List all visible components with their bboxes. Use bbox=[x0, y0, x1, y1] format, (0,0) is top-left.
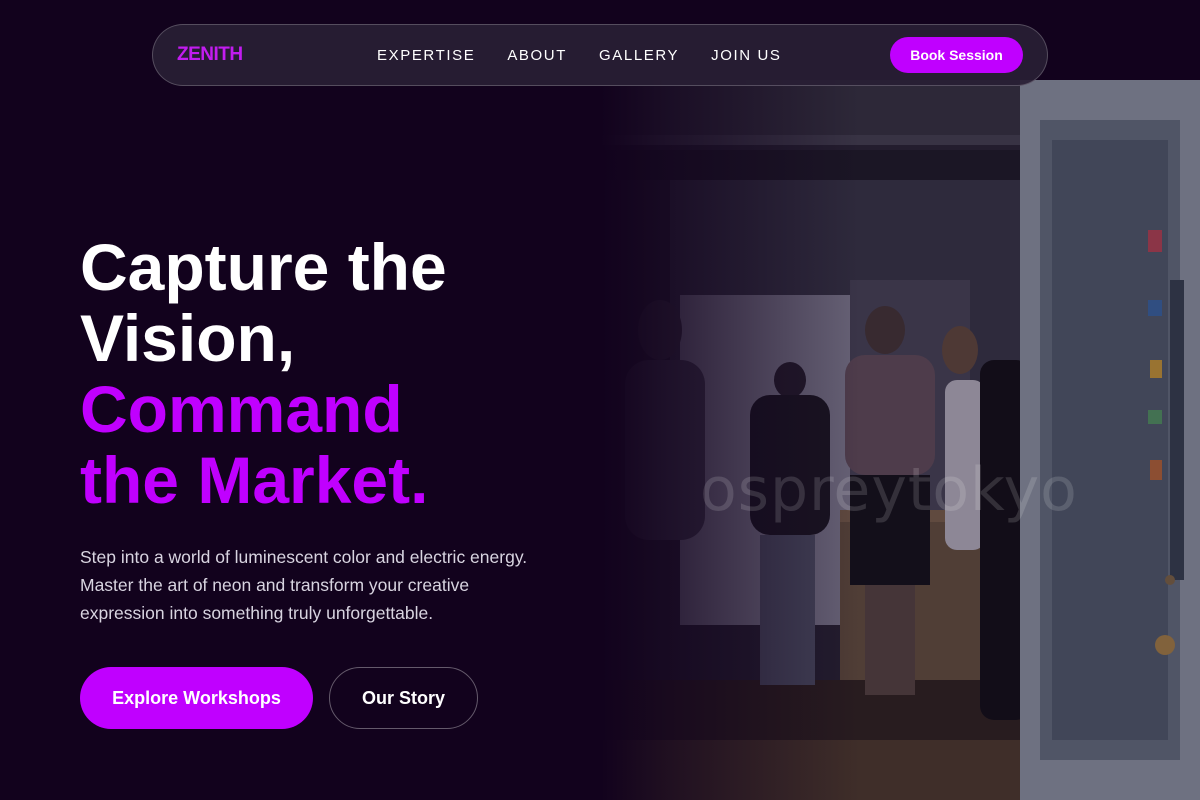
nav-links: EXPERTISE ABOUT GALLERY JOIN US bbox=[377, 25, 782, 85]
page: ospreytokyo ZENITH EXPERTISE ABOUT GALLE… bbox=[0, 0, 1200, 800]
nav-link-gallery[interactable]: GALLERY bbox=[599, 47, 679, 64]
our-story-button[interactable]: Our Story bbox=[329, 667, 478, 729]
headline-line-1: Capture the bbox=[80, 230, 447, 304]
explore-workshops-button[interactable]: Explore Workshops bbox=[80, 667, 313, 729]
nav-link-about[interactable]: ABOUT bbox=[507, 47, 567, 64]
logo[interactable]: ZENITH bbox=[177, 44, 243, 66]
headline-line-3: Command bbox=[80, 372, 403, 446]
hero-headline: Capture the Vision, Command the Market. bbox=[80, 232, 600, 516]
headline-line-2: Vision, bbox=[80, 301, 296, 375]
image-watermark: ospreytokyo bbox=[700, 455, 1078, 525]
headline-line-4: the Market. bbox=[80, 443, 429, 517]
book-session-button[interactable]: Book Session bbox=[890, 37, 1023, 73]
hero-photo bbox=[600, 80, 1200, 800]
navbar: ZENITH EXPERTISE ABOUT GALLERY JOIN US B… bbox=[152, 24, 1048, 86]
hero-description: Step into a world of luminescent color a… bbox=[80, 547, 528, 623]
nav-link-join-us[interactable]: JOIN US bbox=[711, 47, 781, 64]
nav-link-expertise[interactable]: EXPERTISE bbox=[377, 47, 475, 64]
